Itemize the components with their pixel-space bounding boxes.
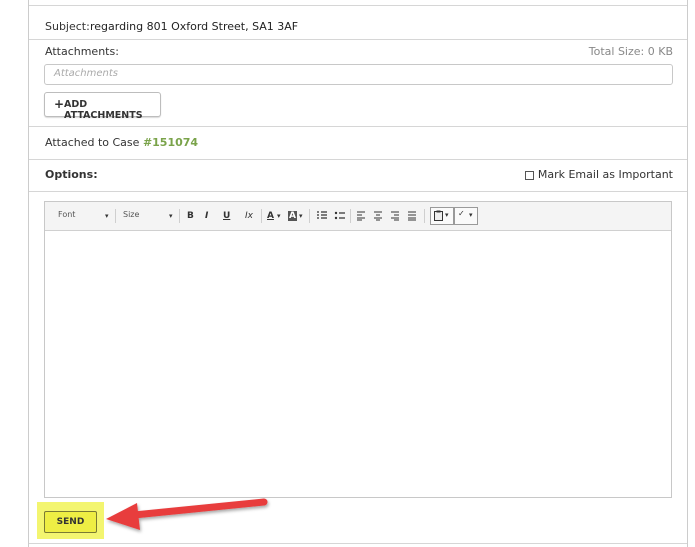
clear-format-button[interactable]: Ix	[245, 211, 253, 221]
options-row: Options: Mark Email as Important	[29, 160, 687, 192]
italic-button[interactable]: I	[205, 211, 208, 221]
numbered-list-icon[interactable]	[316, 210, 327, 221]
spellcheck-button[interactable]: ✓ ▾	[454, 207, 478, 225]
plus-icon: +	[54, 97, 65, 111]
paste-arrow-icon: ▾	[445, 211, 449, 219]
size-select[interactable]: Size	[123, 210, 139, 219]
paste-button[interactable]: ▾	[430, 207, 454, 225]
align-justify-icon[interactable]	[407, 210, 417, 221]
align-center-icon[interactable]	[373, 210, 383, 221]
attachments-input[interactable]: Attachments	[44, 64, 673, 85]
subject-row: Subject: regarding 801 Oxford Street, SA…	[29, 5, 687, 40]
editor-toolbar: Font ▾ Size ▾ B I U Ix A ▾ A ▾ ▾ ✓ ▾	[45, 202, 671, 231]
toolbar-divider	[115, 209, 116, 223]
underline-button[interactable]: U	[223, 211, 230, 221]
message-editor[interactable]: Font ▾ Size ▾ B I U Ix A ▾ A ▾ ▾ ✓ ▾	[44, 201, 672, 498]
align-left-icon[interactable]	[356, 210, 366, 221]
case-label-text: Attached to Case	[45, 136, 140, 149]
spellcheck-icon: ✓	[458, 209, 465, 218]
toolbar-divider	[350, 209, 351, 223]
mark-important-label: Mark Email as Important	[537, 168, 673, 181]
toolbar-divider	[424, 209, 425, 223]
add-attachments-label: ADD ATTACHMENTS	[64, 99, 143, 121]
mark-important-option[interactable]: Mark Email as Important	[524, 168, 673, 181]
bold-button[interactable]: B	[187, 211, 194, 221]
toolbar-divider	[179, 209, 180, 223]
text-color-button[interactable]: A	[267, 211, 274, 221]
font-select[interactable]: Font	[58, 210, 75, 219]
total-size: Total Size: 0 KB	[588, 45, 673, 58]
bg-color-arrow-icon[interactable]: ▾	[299, 212, 303, 220]
font-dropdown-arrow-icon[interactable]: ▾	[105, 212, 109, 220]
case-number-link[interactable]: #151074	[143, 136, 198, 149]
add-attachments-button[interactable]: + ADD ATTACHMENTS	[44, 92, 161, 121]
toolbar-divider	[309, 209, 310, 223]
attachments-placeholder: Attachments	[54, 68, 119, 79]
bullet-list-icon[interactable]	[334, 210, 345, 221]
footer-divider	[29, 543, 687, 544]
case-label: Attached to Case #151074	[45, 136, 198, 149]
case-row: Attached to Case #151074	[29, 127, 687, 160]
toolbar-divider	[261, 209, 262, 223]
send-highlight: SEND	[37, 502, 104, 539]
options-label: Options:	[45, 168, 98, 181]
background-color-button[interactable]: A	[288, 211, 297, 221]
size-dropdown-arrow-icon[interactable]: ▾	[169, 212, 173, 220]
email-compose-panel: Subject: regarding 801 Oxford Street, SA…	[28, 0, 688, 547]
attachments-label: Attachments:	[45, 45, 119, 58]
attachments-row: Attachments: Total Size: 0 KB Attachment…	[29, 39, 687, 127]
text-color-arrow-icon[interactable]: ▾	[277, 212, 281, 220]
subject-label: Subject:	[45, 20, 90, 33]
subject-value: regarding 801 Oxford Street, SA1 3AF	[90, 20, 299, 33]
spellcheck-arrow-icon: ▾	[469, 211, 473, 219]
clipboard-icon	[434, 210, 443, 221]
important-checkbox[interactable]	[524, 170, 534, 180]
align-right-icon[interactable]	[390, 210, 400, 221]
send-button[interactable]: SEND	[44, 511, 97, 533]
